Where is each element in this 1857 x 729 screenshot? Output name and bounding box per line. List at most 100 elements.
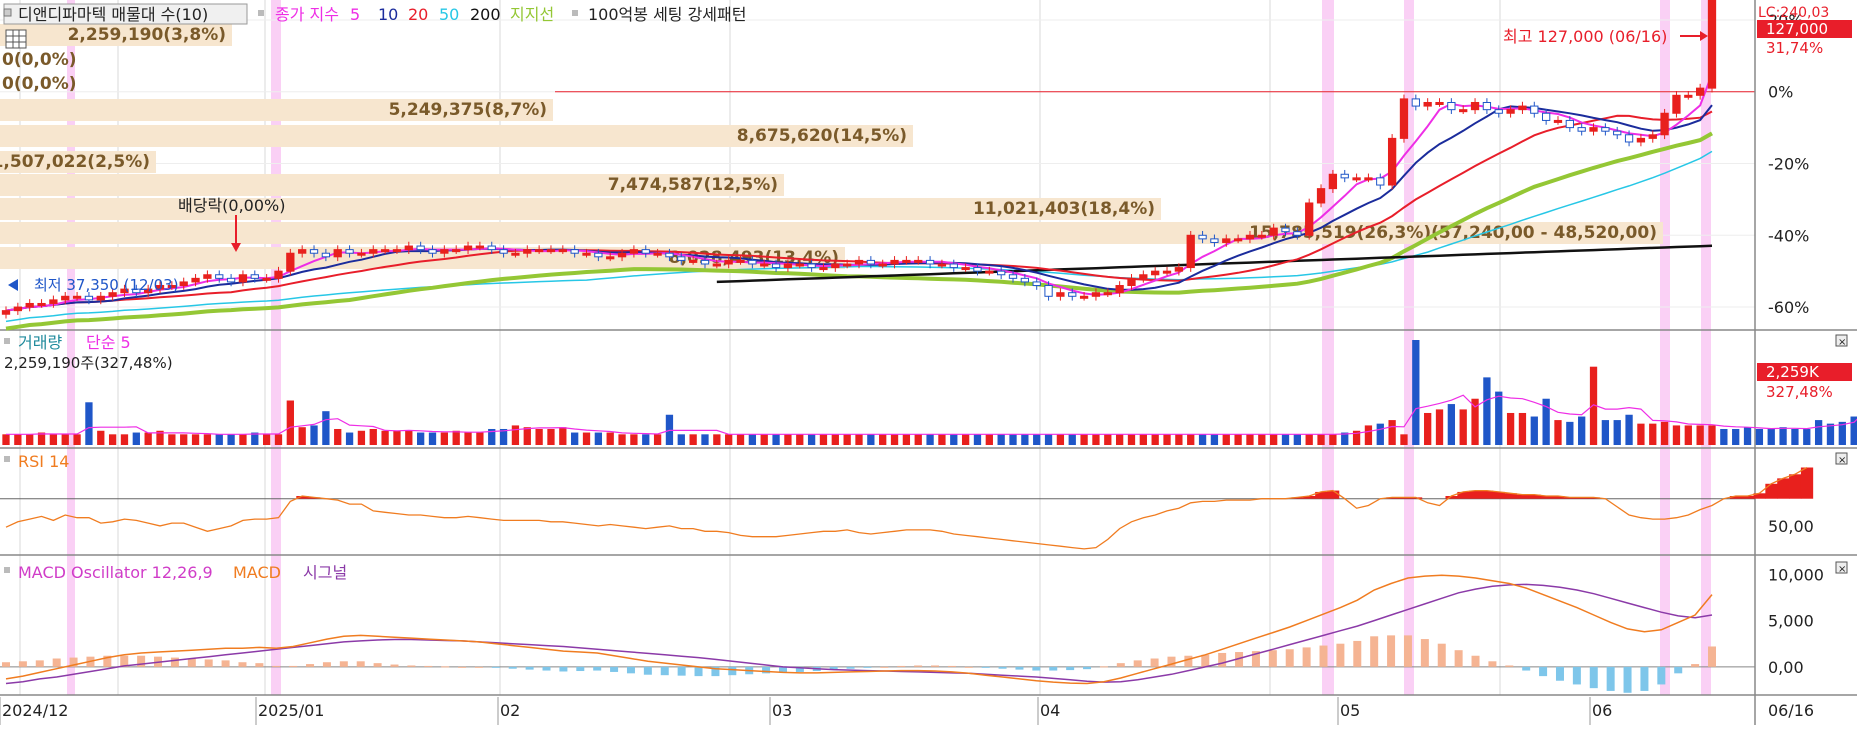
macd-osc-bar <box>542 666 551 671</box>
volume-bar <box>1625 414 1633 445</box>
volume-bar <box>49 434 58 445</box>
volume-bar <box>1056 434 1065 445</box>
volume-bar <box>286 400 294 445</box>
profile-label: 0(0,0%) <box>2 50 77 70</box>
macd-osc-label: MACD Oscillator 12,26,9 <box>18 563 213 582</box>
macd-line-label: MACD <box>233 563 281 582</box>
volume-bar <box>819 434 828 445</box>
legend-square-icon <box>4 338 10 344</box>
candle <box>878 263 887 267</box>
candle <box>49 299 58 304</box>
volume-bar <box>298 427 306 445</box>
highlight-band <box>1660 0 1670 695</box>
macd-osc-bar <box>981 666 990 668</box>
volume-bar <box>807 434 816 445</box>
candle <box>760 263 769 267</box>
legend-ma-label: 종가 지수 <box>275 5 339 24</box>
candle <box>440 249 449 254</box>
volume-bar <box>1009 434 1017 445</box>
candle <box>1079 295 1089 299</box>
macd-osc-bar <box>1555 666 1564 681</box>
close-icon[interactable]: × <box>1835 334 1848 348</box>
volume-bar <box>1044 434 1053 445</box>
volume-bar <box>191 434 200 445</box>
volume-bar <box>831 434 839 445</box>
close-icon[interactable]: × <box>1835 452 1848 466</box>
macd-osc-bar <box>660 666 669 676</box>
candle <box>558 249 567 253</box>
candle <box>274 270 283 279</box>
candle <box>949 263 958 269</box>
candle <box>1245 234 1255 240</box>
volume-bar <box>1187 434 1195 445</box>
volume-bar <box>1554 420 1562 445</box>
candle <box>25 302 34 308</box>
volume-bar <box>1814 420 1823 445</box>
macd-osc-bar <box>1640 666 1649 691</box>
macd-osc-bar <box>1268 650 1277 667</box>
macd-osc-bar <box>1116 663 1125 667</box>
candle <box>463 245 473 251</box>
candle <box>736 259 745 263</box>
macd-osc-bar <box>1691 664 1700 667</box>
macd-osc-bar <box>694 666 703 677</box>
macd-osc-bar <box>441 666 450 668</box>
candle <box>1435 101 1444 105</box>
macd-osc-bar <box>508 666 517 669</box>
candle <box>499 249 508 254</box>
volume-bar <box>144 432 152 445</box>
macd-osc-bar <box>1066 666 1075 671</box>
legend-extra: 100억봉 세팅 강세패턴 <box>588 5 746 24</box>
table-icon[interactable] <box>5 29 27 49</box>
macd-osc-bar <box>373 663 382 667</box>
candle <box>985 270 994 274</box>
macd-osc-bar <box>1505 665 1514 667</box>
macd-osc-bar <box>559 666 568 672</box>
candle <box>357 252 366 256</box>
macd-osc-bar <box>1708 646 1716 667</box>
volume-bar <box>1708 425 1716 445</box>
high-annotation: 최고 127,000 (06/16) <box>1503 27 1667 46</box>
candle <box>523 249 532 254</box>
candle <box>1577 127 1586 132</box>
volume-bar <box>322 411 330 445</box>
candle <box>1032 281 1041 287</box>
volume-bar <box>1305 434 1313 445</box>
legend-ma10: 10 <box>378 5 398 24</box>
candle <box>1707 0 1717 89</box>
stock-chart[interactable]: 2,259,190(3,8%) 0(0,0%) 0(0,0%) 5,249,375(8… <box>0 0 1857 725</box>
candle <box>795 263 804 267</box>
macd-osc-bar <box>407 665 416 667</box>
legend-ma20: 20 <box>408 5 428 24</box>
candle <box>1447 101 1456 111</box>
volume-bar <box>760 434 768 445</box>
volume-pct: 327,48% <box>1766 383 1833 401</box>
volume-bar <box>1033 434 1041 445</box>
profile-label: 8,675,620(14,5%) <box>737 126 907 146</box>
volume-bar <box>73 434 81 445</box>
candle <box>582 252 591 256</box>
volume-bar <box>772 434 780 445</box>
volume-bar <box>1483 377 1491 445</box>
candle <box>511 252 520 256</box>
macd-osc-bar <box>643 666 652 675</box>
close-icon[interactable]: × <box>1835 561 1848 575</box>
rsi-overbought-fill <box>1481 490 1494 499</box>
candle <box>1 310 11 315</box>
candle <box>854 259 864 265</box>
candle <box>321 252 331 258</box>
volume-bar <box>571 432 579 445</box>
candle <box>712 263 721 267</box>
macd-osc-bar <box>947 665 956 667</box>
macd-osc-bar <box>846 666 855 669</box>
macd-osc-bar <box>1572 666 1581 685</box>
candle <box>831 263 840 269</box>
candle <box>1364 177 1373 181</box>
volume-bar <box>310 425 318 445</box>
legend-square-icon <box>258 10 264 16</box>
volume-bar <box>511 425 520 445</box>
macd-osc-bar <box>187 658 196 667</box>
candle <box>1233 238 1243 242</box>
volume-bar <box>950 434 958 445</box>
macd-osc-bar <box>525 666 534 670</box>
